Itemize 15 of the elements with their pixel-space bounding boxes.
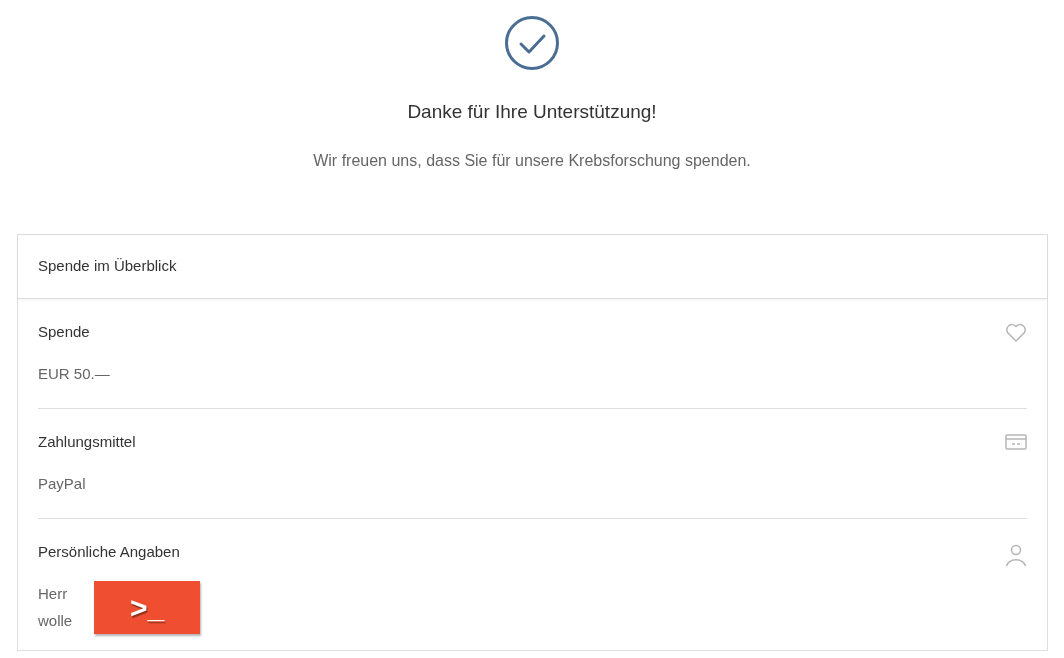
section-title: Zahlungsmittel [38,431,136,452]
section-value: PayPal [38,474,86,494]
card-icon [1005,432,1027,451]
check-circle-icon [504,15,560,71]
confirmation-message: Wir freuen uns, dass Sie für unsere Krebsforschung spenden. [313,150,751,171]
terminal-badge: >_ [94,580,200,634]
section-title: Persönliche Angaben [38,541,180,562]
heart-icon [1005,322,1027,343]
confirmation-title: Danke für Ihre Unterstützung! [407,100,657,124]
section-value: Herr [38,584,68,604]
section-value: EUR 50.— [38,364,110,384]
summary-title: Spende im Überblick [38,255,177,276]
section-value: wolle [38,610,73,631]
section-title: Spende [38,321,91,342]
person-icon [1005,542,1027,567]
